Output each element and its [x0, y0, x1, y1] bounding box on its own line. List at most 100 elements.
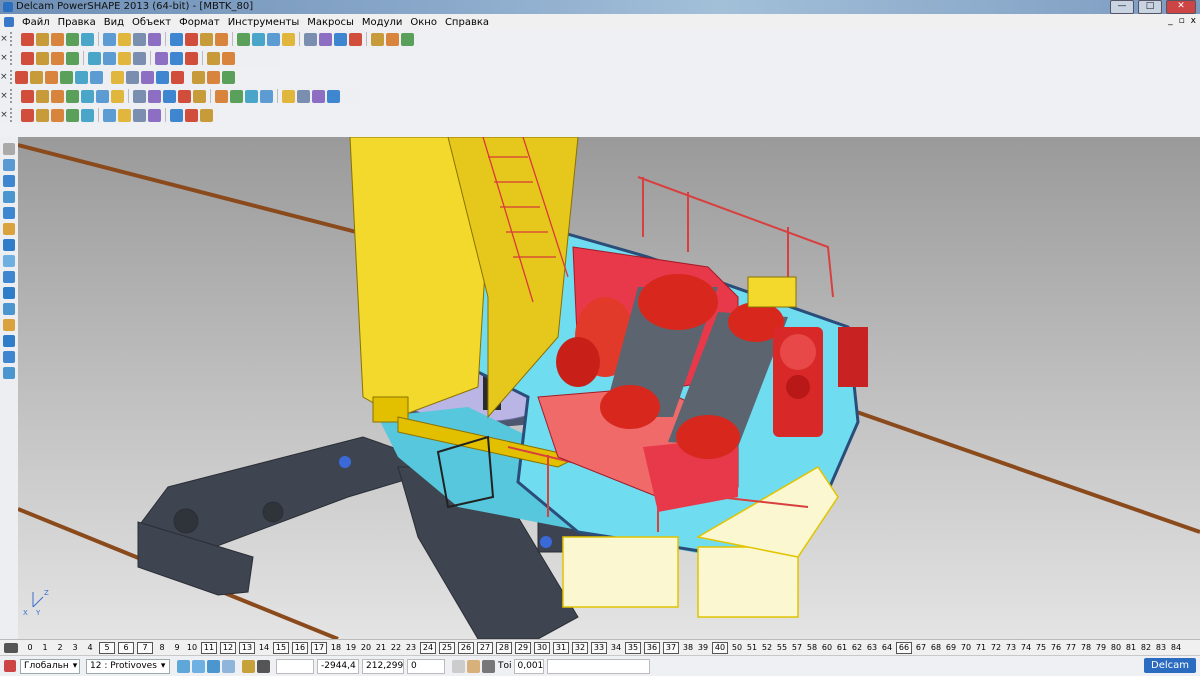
- level-button-27[interactable]: 27: [477, 642, 493, 654]
- view-tool-icon[interactable]: [222, 51, 235, 65]
- filter-icon[interactable]: [222, 659, 235, 673]
- solid-tool-icon[interactable]: [148, 89, 161, 103]
- level-button-6[interactable]: 6: [118, 642, 134, 654]
- level-button-21[interactable]: 21: [375, 643, 387, 653]
- snap-icon[interactable]: [242, 659, 255, 673]
- solid-tool-icon[interactable]: [260, 89, 273, 103]
- feature-tool-icon[interactable]: [133, 108, 146, 122]
- main-tool-icon[interactable]: [66, 32, 79, 46]
- level-button-23[interactable]: 23: [405, 643, 417, 653]
- tolerance-value[interactable]: 0,001: [513, 658, 544, 674]
- view-tool-icon[interactable]: [155, 51, 168, 65]
- shading-tool-icon[interactable]: [191, 70, 205, 84]
- toolbar-grip[interactable]: [10, 108, 18, 122]
- level-button-3[interactable]: 3: [69, 643, 81, 653]
- level-button-63[interactable]: 63: [866, 643, 878, 653]
- level-button-15[interactable]: 15: [273, 642, 289, 654]
- create-tool-icon[interactable]: [3, 255, 15, 267]
- level-button-13[interactable]: 13: [239, 642, 255, 654]
- level-button-12[interactable]: 12: [220, 642, 236, 654]
- shading-tool-icon[interactable]: [170, 70, 184, 84]
- level-button-17[interactable]: 17: [311, 642, 327, 654]
- shading-tool-icon[interactable]: [221, 70, 235, 84]
- create-tool-icon[interactable]: [3, 319, 15, 331]
- level-button-50[interactable]: 50: [731, 643, 743, 653]
- level-button-32[interactable]: 32: [572, 642, 588, 654]
- level-button-10[interactable]: 10: [186, 643, 198, 653]
- toolbar-close-button[interactable]: ×: [0, 53, 8, 63]
- solid-tool-icon[interactable]: [230, 89, 243, 103]
- create-tool-icon[interactable]: [3, 175, 15, 187]
- solid-tool-icon[interactable]: [81, 89, 94, 103]
- level-button-52[interactable]: 52: [761, 643, 773, 653]
- level-button-73[interactable]: 73: [1005, 643, 1017, 653]
- level-button-79[interactable]: 79: [1095, 643, 1107, 653]
- level-button-61[interactable]: 61: [836, 643, 848, 653]
- coordinate-blank[interactable]: [276, 658, 314, 674]
- view-tool-icon[interactable]: [185, 51, 198, 65]
- view-tool-icon[interactable]: [207, 51, 220, 65]
- level-button-33[interactable]: 33: [591, 642, 607, 654]
- level-button-25[interactable]: 25: [439, 642, 455, 654]
- toolbar-grip[interactable]: [10, 51, 18, 65]
- solid-tool-icon[interactable]: [178, 89, 191, 103]
- level-button-78[interactable]: 78: [1080, 643, 1092, 653]
- level-button-24[interactable]: 24: [420, 642, 436, 654]
- feature-tool-icon[interactable]: [66, 108, 79, 122]
- level-button-80[interactable]: 80: [1110, 643, 1122, 653]
- minimize-button[interactable]: —: [1110, 0, 1134, 14]
- main-tool-icon[interactable]: [103, 32, 116, 46]
- view-tool-icon[interactable]: [36, 51, 49, 65]
- level-button-67[interactable]: 67: [915, 643, 927, 653]
- feature-tool-icon[interactable]: [36, 108, 49, 122]
- level-button-60[interactable]: 60: [821, 643, 833, 653]
- toolbar-grip[interactable]: [10, 89, 18, 103]
- level-button-74[interactable]: 74: [1020, 643, 1032, 653]
- main-tool-icon[interactable]: [185, 32, 198, 46]
- main-tool-icon[interactable]: [200, 32, 213, 46]
- shading-tool-icon[interactable]: [110, 70, 124, 84]
- create-tool-icon[interactable]: [3, 271, 15, 283]
- view-tool-icon[interactable]: [103, 51, 116, 65]
- main-tool-icon[interactable]: [51, 32, 64, 46]
- tolerance-icon[interactable]: [482, 659, 495, 673]
- feature-tool-icon[interactable]: [148, 108, 161, 122]
- level-button-58[interactable]: 58: [806, 643, 818, 653]
- level-button-57[interactable]: 57: [791, 643, 803, 653]
- shading-tool-icon[interactable]: [140, 70, 154, 84]
- levels-icon[interactable]: [4, 643, 18, 653]
- workplane-toggle-icon[interactable]: [467, 659, 480, 673]
- toolbar-close-button[interactable]: ×: [0, 72, 8, 82]
- level-button-68[interactable]: 68: [930, 643, 942, 653]
- create-tool-icon[interactable]: [3, 223, 15, 235]
- create-tool-icon[interactable]: [3, 335, 15, 347]
- feature-tool-icon[interactable]: [200, 108, 213, 122]
- main-tool-icon[interactable]: [118, 32, 131, 46]
- level-button-1[interactable]: 1: [39, 643, 51, 653]
- box-select-icon[interactable]: [207, 659, 220, 673]
- level-button-82[interactable]: 82: [1140, 643, 1152, 653]
- level-button-37[interactable]: 37: [663, 642, 679, 654]
- feature-tool-icon[interactable]: [51, 108, 64, 122]
- close-button[interactable]: ✕: [1166, 0, 1196, 14]
- level-button-16[interactable]: 16: [292, 642, 308, 654]
- shading-tool-icon[interactable]: [155, 70, 169, 84]
- toolbar-close-button[interactable]: ×: [0, 34, 8, 44]
- main-tool-icon[interactable]: [386, 32, 399, 46]
- mdi-restore-button[interactable]: ▫: [1179, 16, 1185, 26]
- maximize-button[interactable]: □: [1138, 0, 1162, 14]
- view-tool-icon[interactable]: [118, 51, 131, 65]
- solid-tool-icon[interactable]: [193, 89, 206, 103]
- shading-tool-icon[interactable]: [14, 70, 28, 84]
- pointer-tool-icon[interactable]: [3, 143, 15, 155]
- main-tool-icon[interactable]: [36, 32, 49, 46]
- level-button-36[interactable]: 36: [644, 642, 660, 654]
- level-button-40[interactable]: 40: [712, 642, 728, 654]
- main-tool-icon[interactable]: [21, 32, 34, 46]
- solid-tool-icon[interactable]: [51, 89, 64, 103]
- create-tool-icon[interactable]: [3, 287, 15, 299]
- level-button-83[interactable]: 83: [1155, 643, 1167, 653]
- main-tool-icon[interactable]: [252, 32, 265, 46]
- level-button-11[interactable]: 11: [201, 642, 217, 654]
- solid-tool-icon[interactable]: [245, 89, 258, 103]
